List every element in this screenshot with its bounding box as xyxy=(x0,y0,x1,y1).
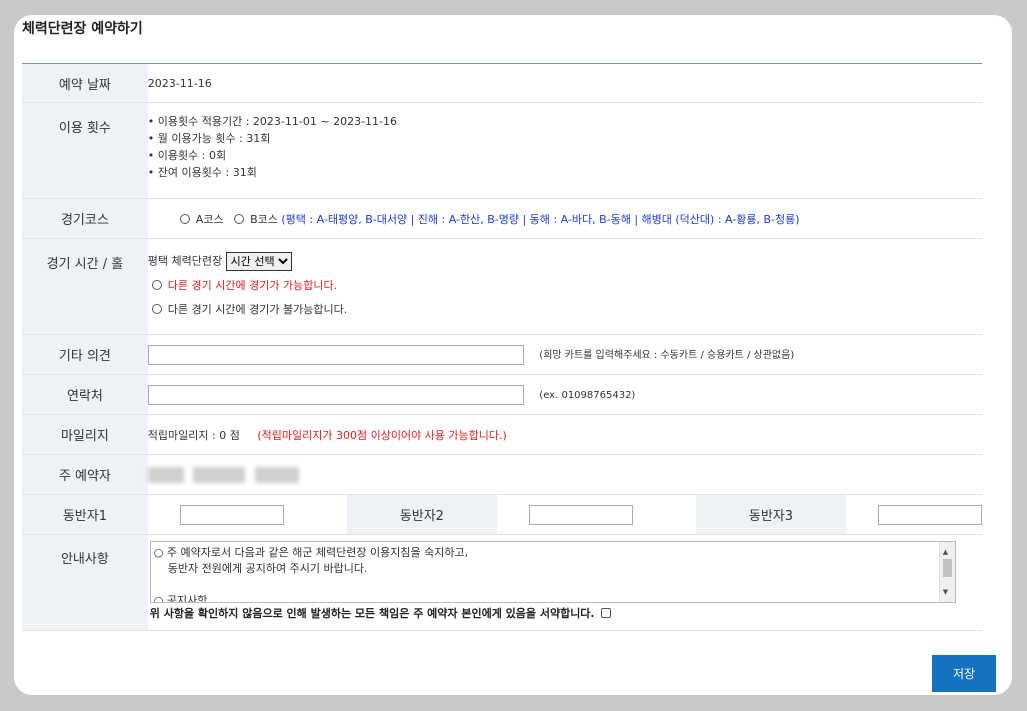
option-unavailable-label: 다른 경기 시간에 경기가 불가능합니다. xyxy=(167,303,348,316)
label-companion1: 동반자1 xyxy=(22,494,148,535)
row-notice: 안내사항 ○ 주 예약자로서 다음과 같은 해군 체력단련장 이용지침을 숙지하… xyxy=(22,534,982,631)
course-b-label: B코스 xyxy=(250,212,278,226)
reserver-cell xyxy=(147,454,982,495)
reserver-unit-blurred xyxy=(254,466,299,483)
notice-scrollbar[interactable]: ▲ ▼ xyxy=(938,542,955,602)
option-unavailable-row: 다른 경기 시간에 경기가 불가능합니다. xyxy=(148,301,982,317)
agree-text: 위 사항을 확인하지 않음으로 인해 발생하는 모든 책임은 주 예약자 본인에… xyxy=(149,607,595,620)
scroll-up-icon[interactable]: ▲ xyxy=(943,544,948,560)
notice-line1: ○ 주 예약자로서 다음과 같은 해군 체력단련장 이용지침을 숙지하고, xyxy=(153,546,469,559)
page-title: 체력단련장 예약하기 xyxy=(22,21,143,37)
notice-cell: ○ 주 예약자로서 다음과 같은 해군 체력단련장 이용지침을 숙지하고, 동반… xyxy=(147,534,982,631)
label-mileage: 마일리지 xyxy=(22,414,148,455)
row-course: 경기코스 A코스 B코스 (평택 : A-태평양, B-대서양 | 진해 : A… xyxy=(22,198,982,239)
companion3-input[interactable] xyxy=(878,504,982,525)
reservation-form: 예약 날짜 2023-11-16 이용 횟수 • 이용횟수 적용기간 : 202… xyxy=(22,63,982,631)
contact-cell: (ex. 01098765432) xyxy=(147,374,982,415)
row-reserver: 주 예약자 xyxy=(22,454,982,495)
companion3-cell xyxy=(846,494,982,535)
time-options: 평택 체력단련장 시간 선택 다른 경기 시간에 경기가 가능합니다. 다른 경… xyxy=(147,238,982,335)
label-usage: 이용 횟수 xyxy=(22,102,148,199)
label-reserver: 주 예약자 xyxy=(22,454,148,495)
label-course: 경기코스 xyxy=(22,198,148,239)
other-note: (희망 카트를 입력해주세요 : 수동카트 / 승용카트 / 상관없음) xyxy=(539,350,795,361)
scroll-thumb[interactable] xyxy=(942,559,952,577)
row-contact: 연락처 (ex. 01098765432) xyxy=(22,374,982,415)
option-available-label: 다른 경기 시간에 경기가 가능합니다. xyxy=(167,279,338,292)
row-date: 예약 날짜 2023-11-16 xyxy=(22,63,982,103)
notice-line2: 동반자 전원에게 공지하여 주시기 바랍니다. xyxy=(167,562,368,575)
date-value: 2023-11-16 xyxy=(147,63,982,103)
usage-monthly: • 월 이용가능 횟수 : 31회 xyxy=(147,132,271,145)
companion1-input[interactable] xyxy=(179,504,284,525)
scroll-down-icon[interactable]: ▼ xyxy=(943,584,948,600)
label-notice: 안내사항 xyxy=(22,534,148,631)
agree-checkbox[interactable] xyxy=(600,608,611,618)
label-companion2: 동반자2 xyxy=(346,494,497,535)
companion1-cell xyxy=(147,494,347,535)
reserver-id-blurred xyxy=(193,466,246,483)
time-select[interactable]: 시간 선택 xyxy=(225,252,292,271)
course-a-label: A코스 xyxy=(195,212,224,226)
other-cell: (희망 카트를 입력해주세요 : 수동카트 / 승용카트 / 상관없음) xyxy=(147,334,982,375)
notice-textarea[interactable]: ○ 주 예약자로서 다음과 같은 해군 체력단련장 이용지침을 숙지하고, 동반… xyxy=(149,541,956,603)
row-other: 기타 의견 (희망 카트를 입력해주세요 : 수동카트 / 승용카트 / 상관없… xyxy=(22,334,982,375)
venue-label: 평택 체력단련장 xyxy=(147,254,223,268)
course-b-radio[interactable] xyxy=(234,213,245,224)
time-select-row: 평택 체력단련장 시간 선택 xyxy=(148,252,982,271)
contact-input[interactable] xyxy=(147,384,524,405)
usage-info: • 이용횟수 적용기간 : 2023-11-01 ~ 2023-11-16 • … xyxy=(147,102,982,199)
option-unavailable-radio[interactable] xyxy=(151,304,162,314)
row-mileage: 마일리지 적립마일리지 : 0 점 (적립마일리지가 300점 이상이어야 사용… xyxy=(22,414,982,455)
other-input[interactable] xyxy=(147,344,524,365)
label-companion3: 동반자3 xyxy=(695,494,846,535)
notice-line3: ○ 공지사항 xyxy=(153,594,208,603)
companion2-cell xyxy=(496,494,696,535)
contact-note: (ex. 01098765432) xyxy=(539,390,636,401)
agree-row: 위 사항을 확인하지 않음으로 인해 발생하는 모든 책임은 주 예약자 본인에… xyxy=(150,603,982,627)
option-available-row: 다른 경기 시간에 경기가 가능합니다. xyxy=(148,277,982,293)
label-date: 예약 날짜 xyxy=(22,63,148,103)
usage-remaining: • 잔여 이용횟수 : 31회 xyxy=(147,166,257,179)
label-time: 경기 시간 / 홀 xyxy=(22,238,148,335)
usage-period: • 이용횟수 적용기간 : 2023-11-01 ~ 2023-11-16 xyxy=(147,115,398,128)
usage-count: • 이용횟수 : 0회 xyxy=(147,149,227,162)
row-time: 경기 시간 / 홀 평택 체력단련장 시간 선택 다른 경기 시간에 경기가 가… xyxy=(22,238,982,335)
course-a-radio[interactable] xyxy=(179,213,190,224)
mileage-value: 적립마일리지 : 0 점 xyxy=(147,428,240,442)
reservation-modal: 체력단련장 예약하기 예약 날짜 2023-11-16 이용 횟수 • 이용횟수… xyxy=(14,15,1012,695)
save-button[interactable]: 저장 xyxy=(932,655,996,692)
mileage-note: (적립마일리지가 300점 이상이어야 사용 가능합니다.) xyxy=(257,428,507,442)
course-info: (평택 : A-태평양, B-대서양 | 진해 : A-한산, B-명량 | 동… xyxy=(281,212,800,226)
label-contact: 연락처 xyxy=(22,374,148,415)
row-companions: 동반자1 동반자2 동반자3 xyxy=(22,494,982,535)
course-options: A코스 B코스 (평택 : A-태평양, B-대서양 | 진해 : A-한산, … xyxy=(147,198,982,239)
companion2-input[interactable] xyxy=(528,504,633,525)
label-other: 기타 의견 xyxy=(22,334,148,375)
mileage-cell: 적립마일리지 : 0 점 (적립마일리지가 300점 이상이어야 사용 가능합니… xyxy=(147,414,982,455)
row-usage: 이용 횟수 • 이용횟수 적용기간 : 2023-11-01 ~ 2023-11… xyxy=(22,102,982,199)
reserver-name-blurred xyxy=(147,466,184,483)
option-available-radio[interactable] xyxy=(151,280,162,290)
